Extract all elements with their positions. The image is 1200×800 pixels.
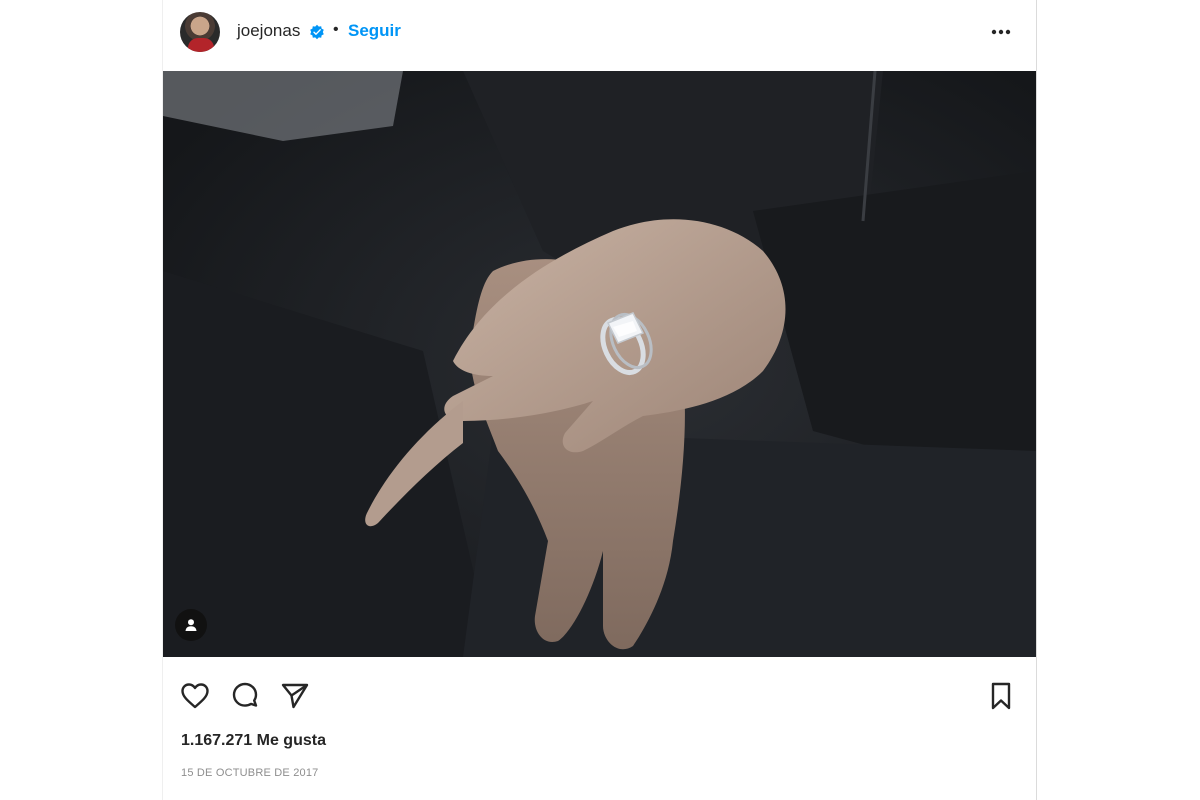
post-header: joejonas • Seguir — [163, 0, 1036, 70]
post-date: 15 DE OCTUBRE DE 2017 — [181, 767, 319, 779]
heart-icon[interactable] — [179, 680, 211, 712]
avatar[interactable] — [180, 12, 220, 52]
engagement-ring-photo — [163, 71, 1036, 657]
likes-count[interactable]: 1.167.271 Me gusta — [181, 732, 326, 750]
username-link[interactable]: joejonas — [237, 21, 300, 41]
comment-icon[interactable] — [229, 680, 261, 712]
verified-badge-icon — [310, 24, 324, 40]
avatar-image — [188, 38, 214, 52]
instagram-post: joejonas • Seguir 1.167.271 Me gusta 15 … — [162, 0, 1037, 800]
user-tag-icon — [185, 619, 197, 631]
post-photo[interactable] — [163, 71, 1036, 657]
action-bar — [163, 672, 1036, 718]
tagged-users-button[interactable] — [175, 609, 207, 641]
share-icon[interactable] — [279, 680, 311, 712]
more-options-icon[interactable] — [986, 20, 1016, 44]
separator-dot: • — [333, 21, 339, 38]
bookmark-icon[interactable] — [985, 680, 1017, 712]
follow-button[interactable]: Seguir — [348, 21, 401, 41]
